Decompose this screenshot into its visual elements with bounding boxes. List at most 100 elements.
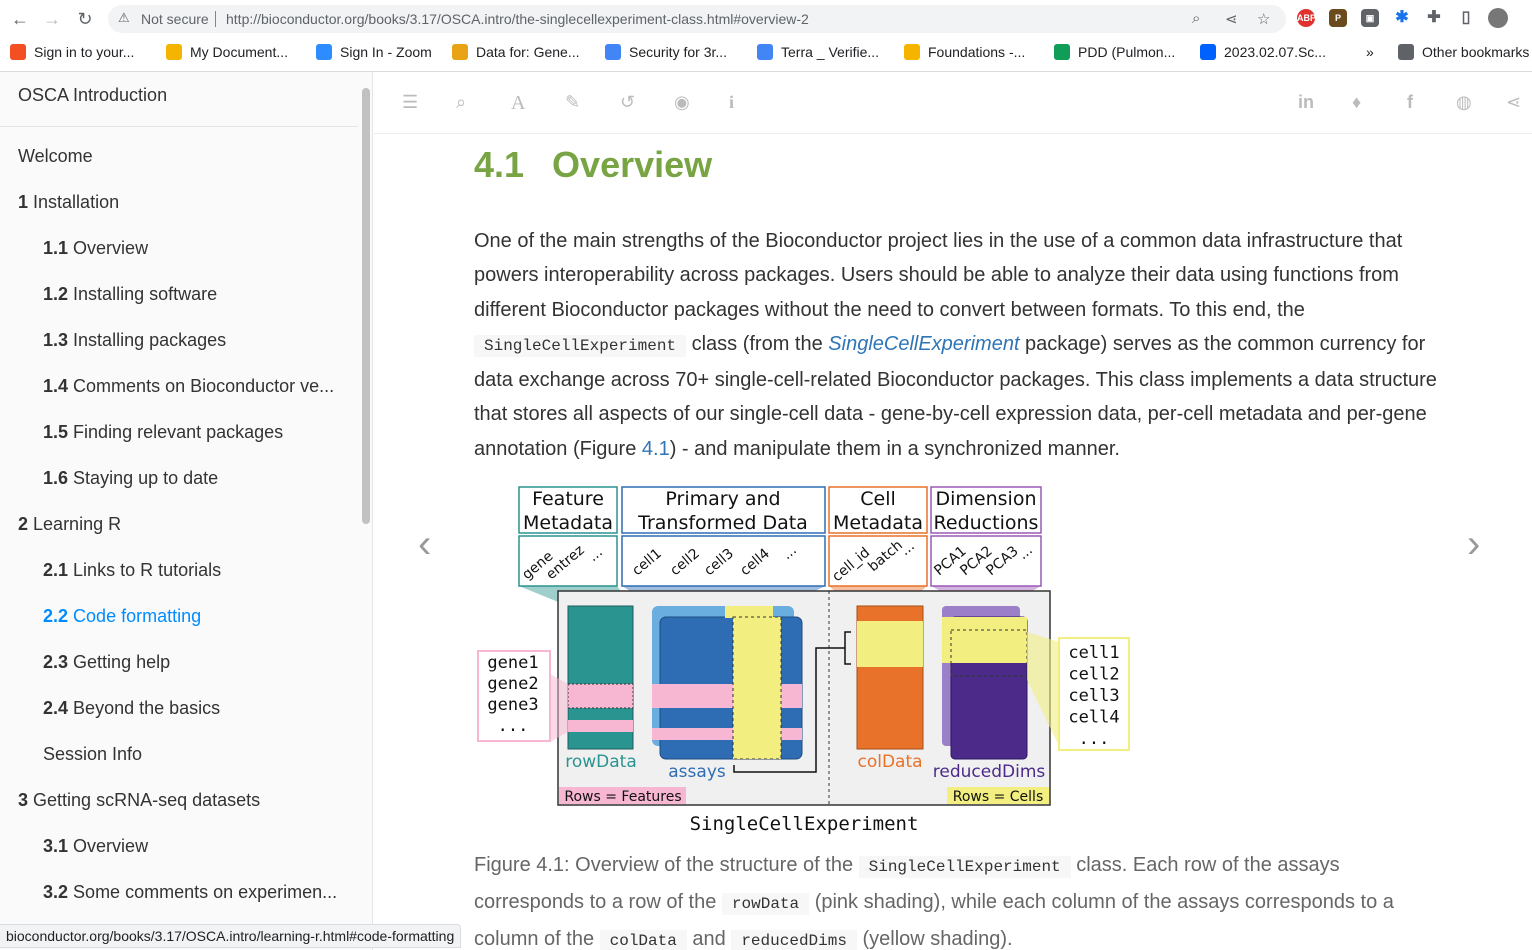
caption-text: and <box>686 928 732 950</box>
extensions-puzzle-icon[interactable]: ✚ <box>1425 9 1443 27</box>
sidebar-scrollbar-thumb[interactable] <box>362 88 370 524</box>
inline-code: colData <box>599 930 687 950</box>
toc-item-label: Welcome <box>18 146 93 166</box>
feature-header-line2: Metadata <box>523 512 613 534</box>
rowdata-pink-row <box>567 683 634 709</box>
reduceddims-label: reducedDims <box>933 762 1046 782</box>
toc-item[interactable]: 1 Installation <box>18 192 119 213</box>
side-panel-icon[interactable]: ▯ <box>1457 9 1475 27</box>
bookmark-label: Sign in to your... <box>34 44 135 60</box>
security-label[interactable]: Not secure <box>141 11 209 27</box>
share-icon[interactable]: ⋖ <box>1225 10 1238 28</box>
info-icon[interactable]: i <box>729 92 734 113</box>
toc-item[interactable]: 2.4 Beyond the basics <box>43 698 220 719</box>
back-icon[interactable]: ← <box>8 7 32 31</box>
rowdata-label: rowData <box>565 752 637 772</box>
extension-snowflake-icon[interactable]: ✱ <box>1393 9 1411 27</box>
slides-icon <box>904 44 920 60</box>
toc-item-label: Beyond the basics <box>73 698 221 718</box>
star-icon[interactable]: ☆ <box>1257 10 1270 28</box>
gene-funnel <box>550 674 568 742</box>
edit-icon[interactable]: ✎ <box>565 92 580 113</box>
book-title[interactable]: OSCA Introduction <box>18 85 167 106</box>
forward-icon[interactable]: → <box>40 7 64 31</box>
data-icon <box>452 44 468 60</box>
cell-list-item: cell4 <box>1068 708 1119 728</box>
other-bookmarks[interactable]: Other bookmarks <box>1398 44 1529 60</box>
bookmarks-overflow-chevron[interactable]: » <box>1366 44 1374 60</box>
toc-item[interactable]: 2.3 Getting help <box>43 652 170 673</box>
toc-item[interactable]: 3.2 Some comments on experimen... <box>43 882 337 903</box>
extension-p-icon[interactable]: P <box>1329 9 1347 27</box>
toc-item[interactable]: 1.4 Comments on Bioconductor ve... <box>43 376 334 397</box>
toc-item[interactable]: 1.2 Installing software <box>43 284 217 305</box>
linkedin-icon[interactable]: in <box>1298 92 1314 113</box>
bookmark-item[interactable]: Sign in to your... <box>10 44 134 60</box>
toc-item-label: Session Info <box>43 744 143 764</box>
toc-item[interactable]: 2.2 Code formatting <box>43 606 201 627</box>
toc-item[interactable]: Session Info <box>43 744 142 765</box>
bookmark-item[interactable]: Foundations -... <box>904 44 1025 60</box>
warning-icon[interactable]: ⚠ <box>118 10 130 26</box>
cell-list-item: cell1 <box>1068 643 1119 663</box>
book-sidebar: OSCA Introduction Welcome 1 Installation 1… <box>0 72 373 950</box>
toc-item[interactable]: 1.6 Staying up to date <box>43 468 218 489</box>
toc-item-number: 1.1 <box>43 238 69 258</box>
font-settings-icon[interactable]: A <box>511 92 525 115</box>
figure-ref-link[interactable]: 4.1 <box>642 438 670 460</box>
toc-item[interactable]: 3.1 Overview <box>43 836 148 857</box>
package-link[interactable]: SingleCellExperiment <box>828 333 1019 355</box>
bookmark-item[interactable]: Security for 3r... <box>605 44 727 60</box>
bookmark-item[interactable]: My Document... <box>166 44 288 60</box>
browser-toolbar: ← → ↻ ⚠ Not secure http://bioconductor.o… <box>0 0 1532 38</box>
facebook-icon[interactable]: f <box>1407 92 1413 113</box>
toc-item[interactable]: 1.1 Overview <box>43 238 148 259</box>
sce-class-label: SingleCellExperiment <box>690 813 919 835</box>
toc-item-label: Learning R <box>33 514 122 534</box>
toc-item[interactable]: Welcome <box>18 146 93 167</box>
toc-item-label: Some comments on experimen... <box>73 882 338 902</box>
adblock-icon[interactable]: ABP <box>1297 9 1316 27</box>
toc-item[interactable]: 2 Learning R <box>18 514 121 535</box>
url-text[interactable]: http://bioconductor.org/books/3.17/OSCA.… <box>226 11 809 27</box>
cell-header-line1: Cell <box>860 488 896 510</box>
address-bar[interactable]: ⚠ Not secure http://bioconductor.org/boo… <box>108 5 1286 33</box>
assays-yellow-top <box>725 606 773 618</box>
profile-avatar[interactable] <box>1488 8 1508 28</box>
bookmark-item[interactable]: PDD (Pulmon... <box>1054 44 1175 60</box>
bookmark-item[interactable]: Data for: Gene... <box>452 44 580 60</box>
toc-item[interactable]: 1.5 Finding relevant packages <box>43 422 283 443</box>
history-icon[interactable]: ↺ <box>620 92 635 113</box>
toggle-sidebar-icon[interactable]: ☰ <box>402 92 418 113</box>
bookmark-label: Security for 3r... <box>629 44 728 60</box>
cell-list-item: ... <box>1079 729 1110 749</box>
zoom-icon[interactable]: ⌕ <box>1192 10 1200 27</box>
search-icon[interactable]: ⌕ <box>456 92 466 113</box>
extension-grid-icon[interactable]: ▣ <box>1361 9 1379 27</box>
share-icon[interactable]: ⋖ <box>1506 92 1521 113</box>
toc-item-label: Staying up to date <box>73 468 219 488</box>
gene-list-item: ... <box>498 716 529 736</box>
section-number: 4.1 <box>474 144 525 185</box>
paragraph-text: class (from the <box>686 332 829 355</box>
view-source-icon[interactable]: ◉ <box>674 92 690 113</box>
next-page-icon[interactable]: › <box>1467 522 1480 567</box>
twitter-icon[interactable]: ♦ <box>1352 92 1361 113</box>
github-icon[interactable]: ◍ <box>1456 92 1472 113</box>
bookmark-item[interactable]: Terra _ Verifie... <box>757 44 879 60</box>
bookmark-item[interactable]: 2023.02.07.Sc... <box>1200 44 1326 60</box>
toc-item[interactable]: 1.3 Installing packages <box>43 330 226 351</box>
toc-item[interactable]: 3 Getting scRNA-seq datasets <box>18 790 260 811</box>
previous-page-icon[interactable]: ‹ <box>418 522 431 567</box>
inline-code: reducedDims <box>731 930 857 950</box>
reload-icon[interactable]: ↻ <box>73 7 97 31</box>
toc-item-number: 2 <box>18 514 29 534</box>
inline-code: SingleCellExperiment <box>474 334 687 357</box>
toc-item[interactable]: 2.1 Links to R tutorials <box>43 560 221 581</box>
assays-label: assays <box>668 762 726 782</box>
toc-item-label: Installing packages <box>73 330 227 350</box>
toc-item-number: 1 <box>18 192 29 212</box>
bookmark-item[interactable]: Sign In - Zoom <box>316 44 432 60</box>
sce-structure-figure: Feature Metadata Primary and Transformed… <box>477 486 1130 835</box>
dropbox-icon <box>1200 44 1216 60</box>
